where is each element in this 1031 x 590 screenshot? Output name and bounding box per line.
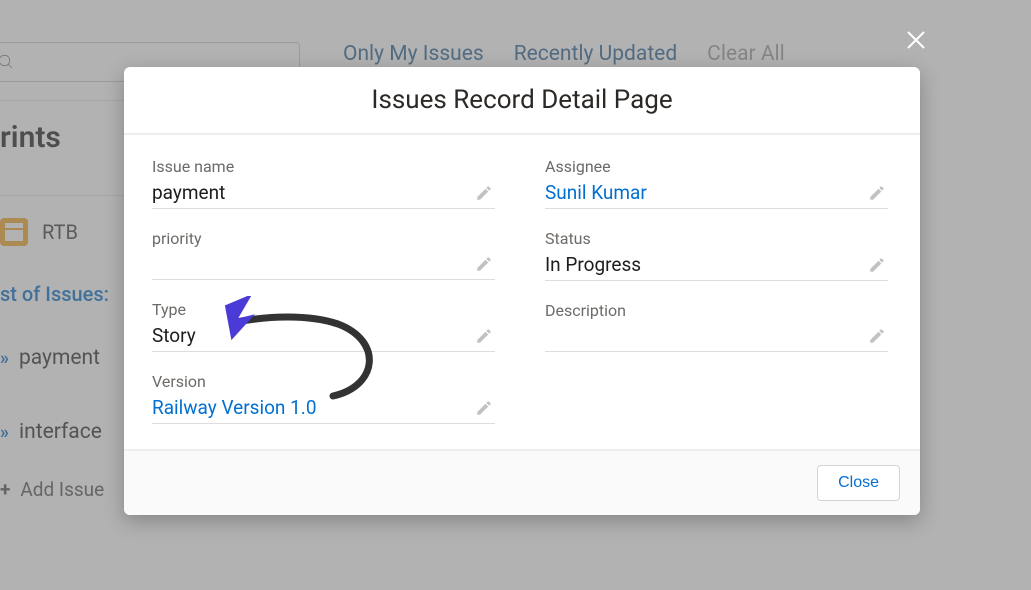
- issue-filters: Only My Issues Recently Updated Clear Al…: [343, 42, 785, 66]
- issue-link-label: payment: [19, 346, 100, 370]
- field-label: Issue name: [152, 157, 495, 176]
- field-label: Assignee: [545, 157, 888, 176]
- field-description: Description: [545, 301, 888, 352]
- modal-close-x[interactable]: [904, 28, 928, 52]
- list-of-issues-heading: st of Issues:: [0, 282, 109, 306]
- field-issue-name: Issue name payment: [152, 157, 495, 209]
- issue-link-payment[interactable]: » payment: [0, 346, 100, 370]
- field-label: Type: [152, 300, 495, 319]
- sprint-rtb-label: RTB: [42, 220, 78, 244]
- field-value: In Progress: [545, 253, 641, 276]
- version-link[interactable]: Railway Version 1.0: [152, 396, 317, 419]
- edit-icon[interactable]: [475, 327, 493, 345]
- modal-title: Issues Record Detail Page: [124, 67, 920, 135]
- field-label: Status: [545, 229, 888, 248]
- field-label: Description: [545, 301, 888, 320]
- field-assignee: Assignee Sunil Kumar: [545, 157, 888, 209]
- edit-icon[interactable]: [868, 256, 886, 274]
- edit-icon[interactable]: [868, 327, 886, 345]
- add-issue-button[interactable]: + Add Issue: [0, 478, 104, 501]
- issue-link-label: interface: [19, 420, 102, 444]
- field-value: payment: [152, 181, 225, 204]
- plus-icon: +: [0, 478, 10, 501]
- modal-footer: Close: [124, 449, 920, 515]
- assignee-link[interactable]: Sunil Kumar: [545, 181, 647, 204]
- field-label: priority: [152, 229, 495, 248]
- close-button[interactable]: Close: [817, 465, 900, 501]
- field-priority: priority: [152, 229, 495, 280]
- field-type: Type Story: [152, 300, 495, 352]
- issue-link-interface[interactable]: » interface: [0, 420, 102, 444]
- modal-left-column: Issue name payment priority Type Story: [152, 157, 495, 426]
- filter-clear[interactable]: Clear All: [707, 42, 785, 66]
- field-status: Status In Progress: [545, 229, 888, 281]
- issue-detail-modal: Issues Record Detail Page Issue name pay…: [124, 67, 920, 515]
- field-value: Story: [152, 324, 196, 347]
- field-version: Version Railway Version 1.0: [152, 372, 495, 424]
- chevron-right-icon: »: [0, 348, 9, 369]
- filter-only-my[interactable]: Only My Issues: [343, 42, 484, 66]
- sprint-rtb[interactable]: RTB: [0, 218, 78, 246]
- edit-icon[interactable]: [475, 184, 493, 202]
- edit-icon[interactable]: [868, 184, 886, 202]
- edit-icon[interactable]: [475, 399, 493, 417]
- add-issue-label: Add Issue: [20, 478, 104, 501]
- field-label: Version: [152, 372, 495, 391]
- sprint-icon: [0, 218, 28, 246]
- edit-icon[interactable]: [475, 255, 493, 273]
- filter-recent[interactable]: Recently Updated: [514, 42, 677, 66]
- chevron-right-icon: »: [0, 422, 9, 443]
- sprints-heading: rints: [0, 120, 61, 155]
- modal-right-column: Assignee Sunil Kumar Status In Progress …: [545, 157, 888, 426]
